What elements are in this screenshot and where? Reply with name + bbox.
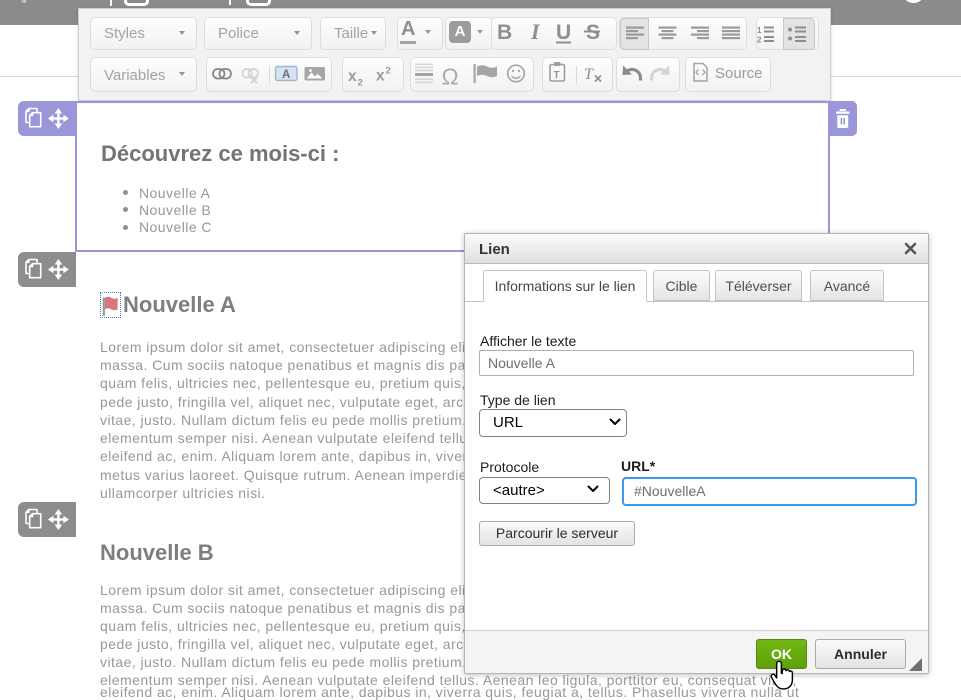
svg-text:1: 1 (757, 26, 762, 35)
svg-text:A: A (282, 69, 290, 81)
svg-text:x: x (376, 68, 385, 85)
svg-text:x: x (348, 68, 357, 85)
svg-text:2: 2 (757, 36, 762, 45)
svg-text:I: I (530, 19, 541, 44)
svg-text:2: 2 (358, 78, 363, 89)
svg-text:2: 2 (386, 66, 391, 77)
svg-text:Ω: Ω (442, 64, 459, 90)
svg-text:U: U (556, 21, 571, 44)
svg-text:T: T (584, 66, 594, 83)
svg-text:B: B (497, 21, 512, 44)
svg-text:T: T (554, 70, 560, 81)
